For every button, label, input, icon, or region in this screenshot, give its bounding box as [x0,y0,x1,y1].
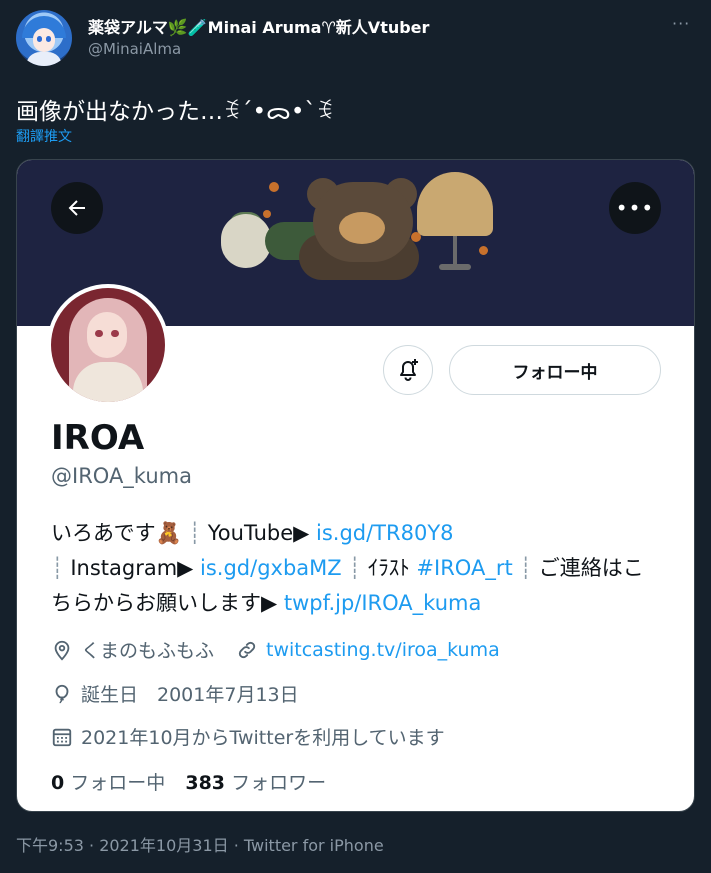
profile-avatar[interactable] [47,284,169,406]
tweet: 薬袋アルマ🌿🧪Minai Aruma♈新人Vtuber @MinaiAlma ·… [0,0,711,873]
author-name[interactable]: 薬袋アルマ🌿🧪Minai Aruma♈新人Vtuber [88,14,429,38]
following-button[interactable]: フォロー中 [449,345,661,395]
profile-handle: @IROA_kuma [51,464,192,488]
bio-youtube-label: YouTube▶ [207,521,310,545]
balloon-icon [55,684,69,703]
tweet-text: 画像が出なかった…ꉂ´•ᯅ•`ꉂ [16,99,334,125]
bio-contact-link[interactable]: twpf.jp/IROA_kuma [284,591,481,615]
arrow-left-icon [68,200,85,216]
profile-location: くまのもふもふ [81,640,215,662]
following-count[interactable]: 0 [51,772,64,794]
attached-image[interactable]: ••• フォロー中 IROA @IROA_kuma いろあです🧸 ┊ YouTu… [16,159,695,812]
followers-count[interactable]: 383 [185,772,225,794]
location-icon [54,640,70,660]
bio-instagram-label: Instagram▶ [70,556,194,580]
profile-name: IROA [51,418,145,458]
following-label[interactable]: フォロー中 [70,772,165,794]
bio-separator: ┊ [188,521,202,545]
bio-separator: ┊ [51,556,64,580]
translate-link[interactable]: 翻譯推文 [16,126,72,146]
profile-meta-row: くまのもふもふ twitcasting.tv/iroa_kuma [51,636,500,663]
profile-joined-row: 2021年10月からTwitterを利用しています [51,723,445,750]
profile-website-link[interactable]: twitcasting.tv/iroa_kuma [266,639,500,661]
tweet-timestamp[interactable]: 下午9:53 · 2021年10月31日 · Twitter for iPhon… [16,832,384,856]
calendar-icon [52,728,72,746]
bio-separator: ┊ [519,556,533,580]
bio-illust-label: ｲﾗｽﾄ [367,556,410,580]
bio-youtube-link[interactable]: is.gd/TR80Y8 [316,521,454,545]
bio-instagram-link[interactable]: is.gd/gxbaMZ [200,556,342,580]
author-avatar[interactable] [16,10,72,66]
tweet-more-icon[interactable]: ··· [672,14,690,33]
author-handle[interactable]: @MinaiAlma [88,40,181,58]
bio-intro: いろあです🧸 [51,521,182,545]
profile-bio: いろあです🧸 ┊ YouTube▶ is.gd/TR80Y8 ┊ Instagr… [51,516,663,621]
bell-plus-icon [400,359,418,381]
profile-more-button[interactable]: ••• [609,182,661,234]
notification-button[interactable] [383,345,433,395]
followers-label[interactable]: フォロワー [231,772,326,794]
bio-hashtag[interactable]: #IROA_rt [416,556,512,580]
bio-separator: ┊ [348,556,362,580]
profile-birthday-row: 誕生日 2001年7月13日 [51,680,299,707]
back-button[interactable] [51,182,103,234]
more-dots-icon: ••• [615,196,655,220]
profile-birthday: 誕生日 2001年7月13日 [81,684,299,706]
link-icon [238,641,256,658]
follow-stats: 0 フォロー中 383 フォロワー [51,768,326,795]
profile-joined: 2021年10月からTwitterを利用しています [81,727,445,749]
